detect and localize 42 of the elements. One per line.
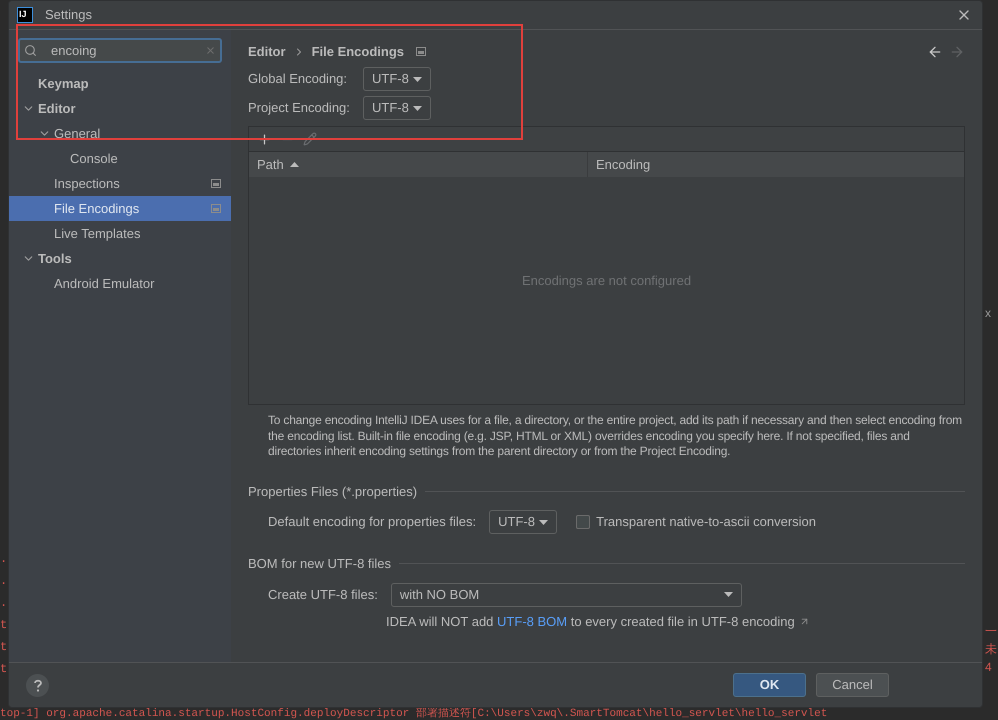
- sidebar-item[interactable]: Console: [9, 146, 231, 171]
- field-label: Global Encoding:: [248, 70, 348, 88]
- column-header[interactable]: Path: [249, 152, 588, 177]
- sidebar-item[interactable]: General: [9, 121, 231, 146]
- help-text: To change encoding IntelliJ IDEA uses for a file, a directory, or the entire project, add its path if necessary and then select encoding from the encoding list. Built-in file encoding (e.g. JSP, HTML or XML) overrides encoding you specify here. If not specified, files and directories inherit encoding settings from the parent directory or from the Project Encoding.: [267, 413, 963, 460]
- sidebar-item[interactable]: Android Emulator: [9, 271, 231, 296]
- encoding-dropdown[interactable]: UTF-8: [489, 510, 558, 534]
- section-title: Properties Files (*.properties): [248, 482, 418, 501]
- sidebar-item[interactable]: Keymap: [9, 71, 231, 96]
- cancel-button[interactable]: Cancel: [816, 673, 889, 697]
- console-text: x: [984, 305, 992, 322]
- breadcrumb-item: File Encodings: [312, 42, 404, 61]
- bom-link[interactable]: UTF-8 BOM: [497, 614, 568, 628]
- console-text: 4: [984, 659, 993, 676]
- sidebar-item[interactable]: Tools: [9, 246, 231, 271]
- column-header[interactable]: Encoding: [588, 152, 964, 177]
- window-title: Settings: [45, 6, 92, 24]
- app-logo: IJ: [17, 7, 33, 23]
- checkbox-label: Transparent native-to-ascii conversion: [596, 513, 816, 532]
- search-field[interactable]: encoing: [18, 38, 222, 63]
- sidebar-item[interactable]: Inspections: [9, 171, 231, 196]
- breadcrumb-item: Editor: [248, 42, 286, 61]
- console-text: .: [0, 573, 8, 590]
- encoding-dropdown[interactable]: UTF-8: [363, 67, 431, 91]
- console-text: 一: [984, 623, 998, 640]
- console-text: 未: [984, 641, 998, 658]
- bom-dropdown[interactable]: with NO BOM: [390, 582, 742, 606]
- sidebar-item[interactable]: Editor: [9, 96, 231, 121]
- console-text: t: [0, 617, 8, 634]
- field-label: Default encoding for properties files:: [268, 513, 476, 532]
- console-text: .: [0, 595, 8, 612]
- section-title: BOM for new UTF-8 files: [248, 555, 392, 573]
- console-text: t: [0, 661, 8, 678]
- sidebar-item[interactable]: File Encodings: [9, 196, 231, 221]
- sidebar-item[interactable]: Live Templates: [9, 221, 231, 246]
- field-label: Project Encoding:: [248, 99, 351, 118]
- field-label: Create UTF-8 files:: [268, 586, 378, 604]
- encoding-dropdown[interactable]: UTF-8: [363, 96, 431, 120]
- console-text: t: [0, 639, 8, 656]
- ok-button[interactable]: OK: [733, 673, 806, 697]
- console-text: .: [0, 551, 8, 568]
- bom-note: IDEA will NOT add UTF-8 BOM to every created file in UTF-8 encoding: [386, 612, 795, 631]
